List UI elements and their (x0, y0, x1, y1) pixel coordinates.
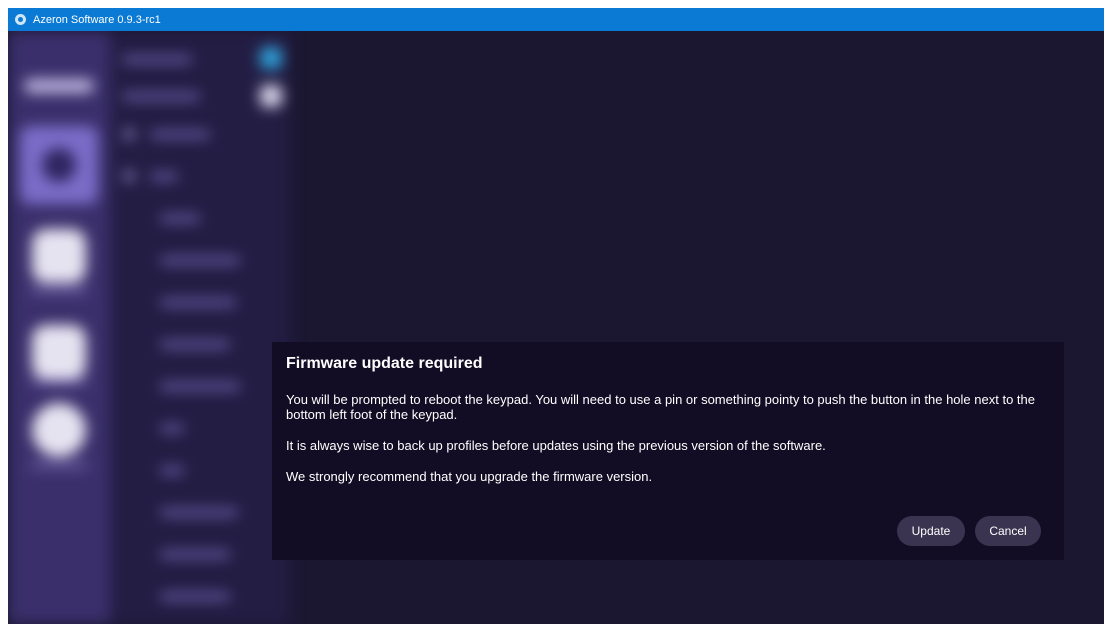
nav-line (160, 341, 230, 348)
title-bar[interactable]: Azeron Software 0.9.3-rc1 (8, 8, 1104, 31)
update-button[interactable]: Update (897, 516, 965, 546)
nav-line (160, 467, 184, 474)
sidebar-item-active (20, 126, 98, 204)
app-content: Firmware update required You will be pro… (8, 31, 1104, 624)
nav-line (160, 215, 200, 222)
dialog-title: Firmware update required (286, 355, 483, 372)
app-window: Azeron Software 0.9.3-rc1 Firmware updat… (8, 8, 1104, 624)
azeron-logo-icon (15, 14, 26, 25)
sidebar-logo (24, 79, 94, 93)
profile-nav (110, 31, 290, 624)
nav-line (160, 257, 240, 264)
firmware-update-dialog: Firmware update required You will be pro… (272, 342, 1064, 560)
nav-line (150, 173, 178, 180)
nav-badge (260, 47, 282, 69)
nav-line (160, 425, 184, 432)
cancel-button[interactable]: Cancel (975, 516, 1041, 546)
nav-line (160, 509, 238, 516)
sidebar-item-caption (30, 379, 88, 384)
dialog-message-reboot: You will be prompted to reboot the keypa… (286, 392, 1035, 422)
nav-line (160, 383, 240, 390)
nav-line (160, 299, 236, 306)
sidebar-item-caption (30, 288, 88, 293)
dialog-message-recommend: We strongly recommend that you upgrade t… (286, 469, 653, 484)
nav-line (160, 551, 230, 558)
nav-line (160, 593, 230, 600)
dialog-body: You will be prompted to reboot the keypa… (286, 392, 1050, 500)
nav-badge (260, 85, 282, 107)
nav-line (122, 93, 200, 100)
sidebar-item (32, 403, 86, 457)
sidebar-item-caption (30, 463, 88, 468)
nav-line (122, 56, 192, 63)
sidebar-rail (8, 31, 110, 624)
window-title: Azeron Software 0.9.3-rc1 (33, 13, 161, 26)
dialog-message-backup: It is always wise to back up profiles be… (286, 438, 826, 453)
nav-dot (124, 129, 134, 139)
sidebar-item (32, 325, 86, 379)
nav-line (150, 131, 210, 138)
nav-dot (124, 171, 134, 181)
sidebar-item (32, 229, 86, 283)
